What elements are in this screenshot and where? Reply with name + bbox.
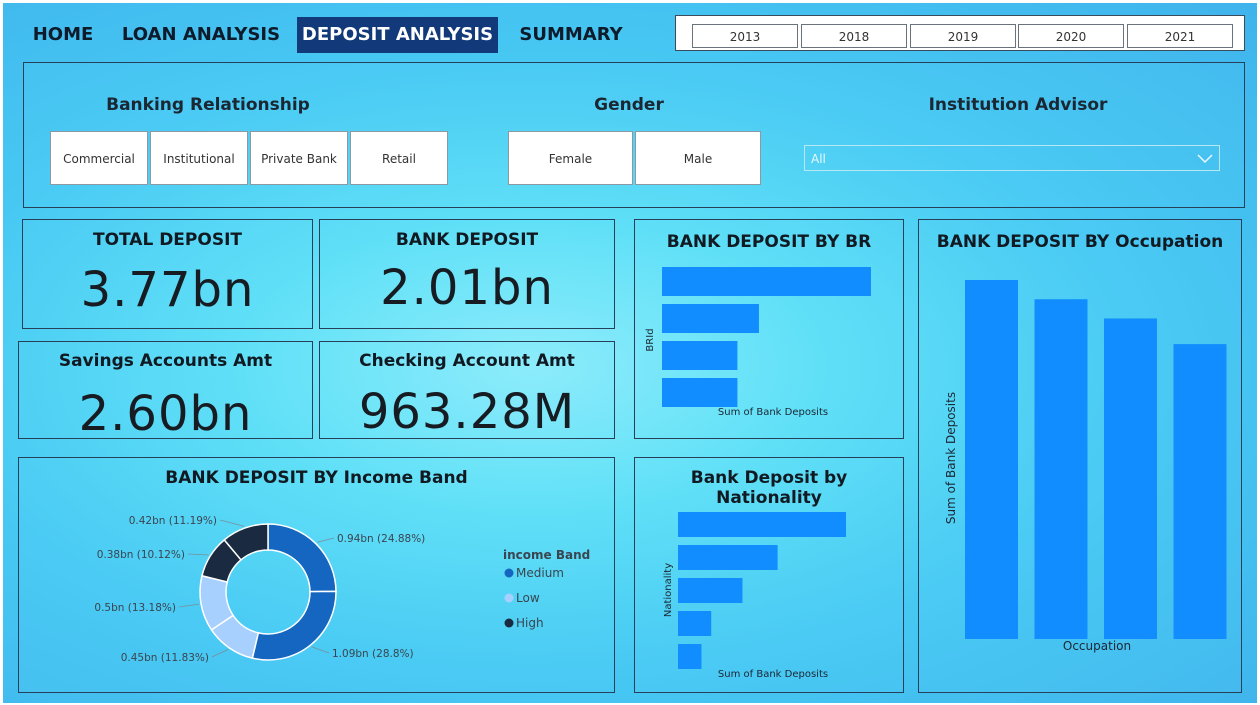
kpi-label: Checking Account Amt xyxy=(359,351,575,371)
institution-advisor-title: Institution Advisor xyxy=(928,95,1108,115)
year-slicer: 2013 2018 2019 2020 2021 xyxy=(675,15,1245,51)
data-label: 0.5bn (13.18%) xyxy=(94,602,176,614)
leader-line xyxy=(187,553,209,556)
tab-home[interactable]: HOME xyxy=(20,17,106,53)
bar xyxy=(662,341,738,370)
chart-by-occupation: BANK DEPOSIT BY Occupation Occupation Sum… xyxy=(918,219,1242,693)
bar xyxy=(678,545,778,570)
occupation-bar-chart: Occupation Sum of Bank Deposits xyxy=(944,280,1227,653)
bar xyxy=(965,280,1018,639)
legend-title: income Band xyxy=(503,548,590,562)
bar xyxy=(678,611,712,636)
y-axis-label: Sum of Bank Deposits xyxy=(944,392,958,524)
chart-by-nationality: Bank Deposit by Nationality Nationality S… xyxy=(634,457,904,693)
leader-line xyxy=(219,519,245,527)
slicer-retail[interactable]: Retail xyxy=(350,131,448,185)
year-button-2021[interactable]: 2021 xyxy=(1127,24,1233,48)
income-donut-chart: 0.94bn (24.88%) 1.09bn (28.8%) 0.45bn (11.… xyxy=(94,515,590,664)
kpi-label: TOTAL DEPOSIT xyxy=(92,230,243,250)
data-label: 0.94bn (24.88%) xyxy=(337,533,425,545)
bar xyxy=(678,512,846,537)
bar xyxy=(662,267,871,296)
donut-slice xyxy=(267,523,337,593)
kpi-total-deposit: TOTAL DEPOSIT 3.77bn xyxy=(22,219,313,329)
tab-loan-analysis[interactable]: LOAN ANALYSIS xyxy=(121,17,281,53)
gender-title: Gender xyxy=(594,95,664,115)
data-label: 0.38bn (10.12%) xyxy=(97,549,185,561)
legend-marker xyxy=(504,593,514,603)
slicer-private-bank[interactable]: Private Bank xyxy=(250,131,348,185)
x-axis-label: Occupation xyxy=(1063,639,1131,653)
year-button-2019[interactable]: 2019 xyxy=(910,24,1016,48)
kpi-label: BANK DEPOSIT xyxy=(395,230,539,250)
kpi-value: 2.01bn xyxy=(380,260,554,316)
kpi-bank-deposit: BANK DEPOSIT 2.01bn xyxy=(319,219,615,329)
bar xyxy=(662,378,738,407)
bar xyxy=(662,304,759,333)
bar xyxy=(1034,299,1088,639)
banking-relationship-title: Banking Relationship xyxy=(106,95,310,115)
x-axis-label: Sum of Bank Deposits xyxy=(718,669,828,680)
kpi-label: Savings Accounts Amt xyxy=(58,351,273,371)
dashboard-canvas: HOME LOAN ANALYSIS DEPOSIT ANALYSIS SUMM… xyxy=(3,3,1257,703)
bar xyxy=(1173,344,1227,639)
tab-deposit-analysis[interactable]: DEPOSIT ANALYSIS xyxy=(297,17,498,53)
bar xyxy=(1104,318,1157,639)
kpi-savings-accounts: Savings Accounts Amt 2.60bn xyxy=(18,341,313,442)
kpi-checking-account: Checking Account Amt 963.28M xyxy=(319,341,615,440)
leader-line xyxy=(211,649,229,658)
slicer-female[interactable]: Female xyxy=(508,131,633,185)
legend-item: Medium xyxy=(516,566,564,580)
dropdown-value: All xyxy=(811,152,826,166)
kpi-value: 3.77bn xyxy=(80,262,255,318)
data-label: 0.42bn (11.19%) xyxy=(129,515,217,527)
bar xyxy=(678,578,743,603)
tab-summary[interactable]: SUMMARY xyxy=(509,17,633,53)
x-axis-label: Sum of Bank Deposits xyxy=(718,407,828,418)
br-bar-chart: BRId Sum of Bank Deposits xyxy=(645,267,871,418)
slicer-male[interactable]: Male xyxy=(635,131,761,185)
chevron-down-icon xyxy=(1197,154,1213,164)
chart-by-br: BANK DEPOSIT BY BR BRId Sum of Bank Depos… xyxy=(634,219,904,439)
legend-item: High xyxy=(516,616,544,630)
leader-line xyxy=(178,603,200,608)
data-label: 0.45bn (11.83%) xyxy=(121,652,209,664)
y-axis-label: BRId xyxy=(645,328,656,351)
nationality-bar-chart: Nationality Sum of Bank Deposits xyxy=(663,512,846,680)
donut-slice xyxy=(251,590,337,661)
legend-item: Low xyxy=(516,591,540,605)
data-label: 1.09bn (28.8%) xyxy=(332,648,414,660)
legend-marker xyxy=(504,618,514,628)
year-button-2020[interactable]: 2020 xyxy=(1018,24,1124,48)
legend-marker xyxy=(504,568,514,578)
year-button-2013[interactable]: 2013 xyxy=(692,24,798,48)
slicer-commercial[interactable]: Commercial xyxy=(50,131,148,185)
kpi-value: 2.60bn xyxy=(78,386,253,442)
bar xyxy=(678,644,702,669)
leader-line xyxy=(317,537,335,543)
kpi-value: 963.28M xyxy=(358,384,576,440)
leader-line xyxy=(311,646,330,654)
y-axis-label: Nationality xyxy=(663,563,674,617)
chart-by-income-band: BANK DEPOSIT BY Income Band 0.94bn (24.8… xyxy=(18,457,615,693)
institution-advisor-dropdown[interactable]: All xyxy=(804,145,1220,171)
slicer-institutional[interactable]: Institutional xyxy=(150,131,248,185)
year-button-2018[interactable]: 2018 xyxy=(801,24,907,48)
